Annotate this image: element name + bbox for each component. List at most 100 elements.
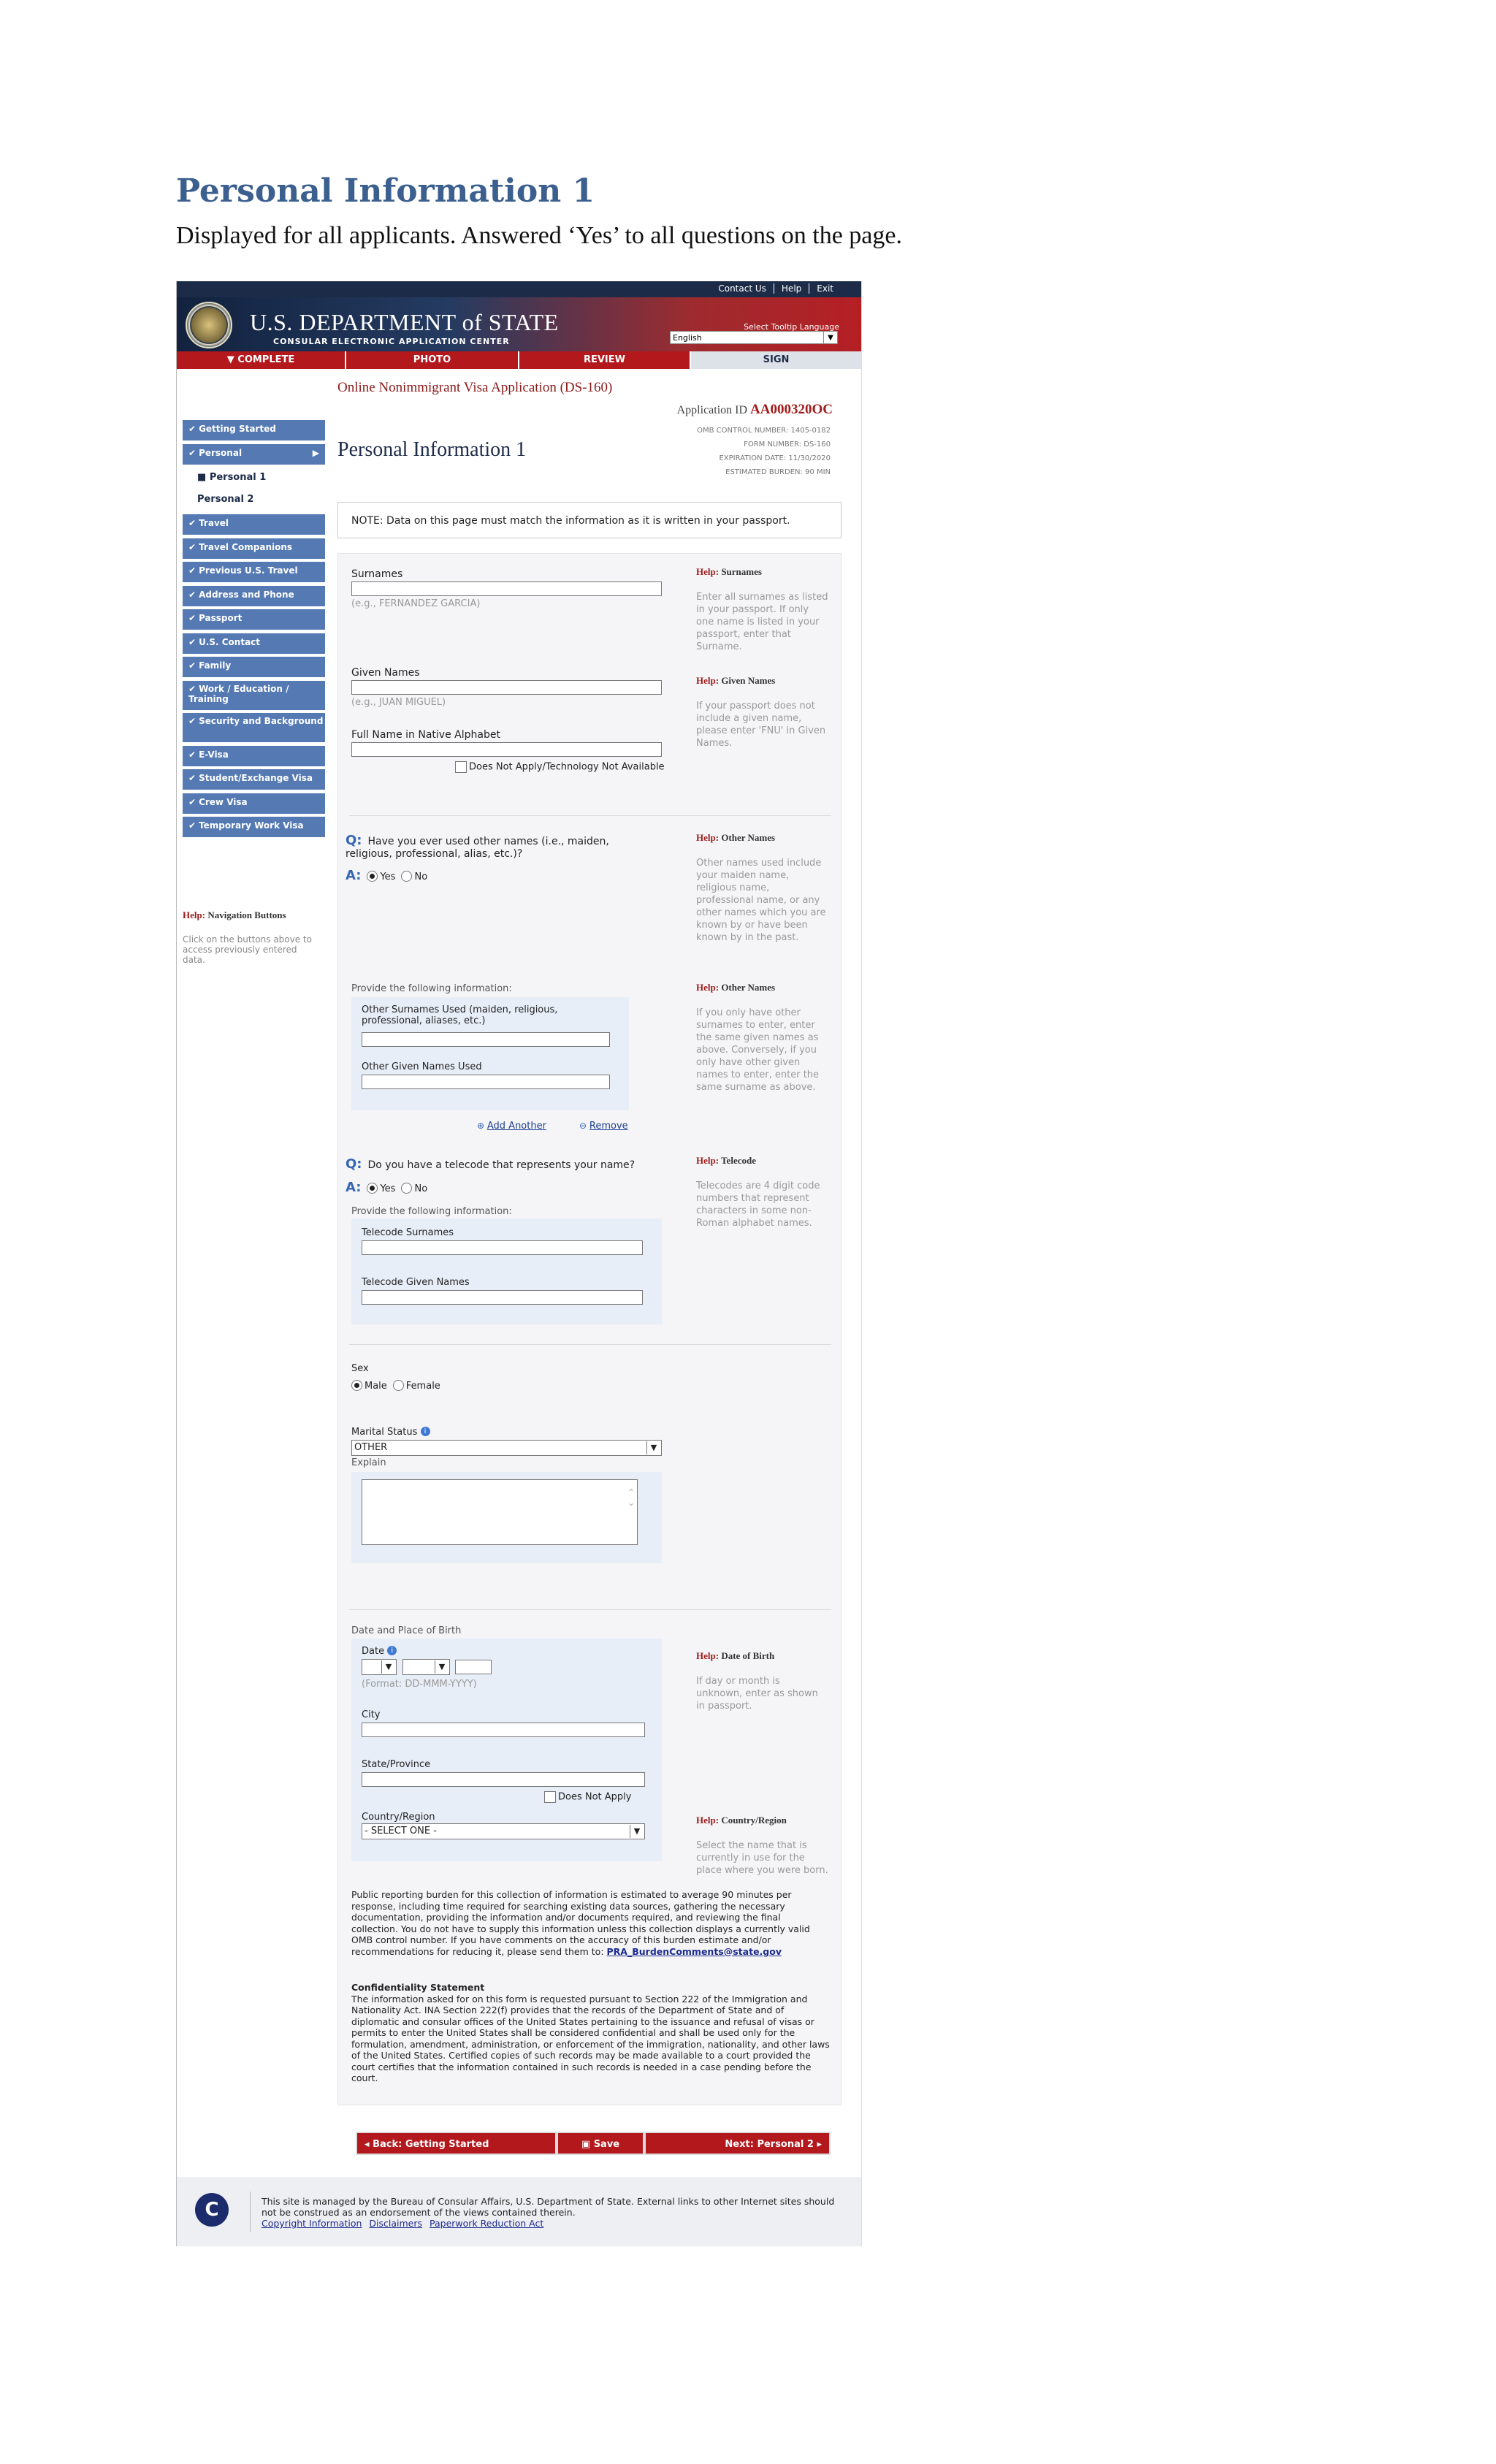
remove-button[interactable]: ⊖ Remove [579,1118,628,1132]
help-link[interactable]: Help [774,283,810,294]
sidebar-item-passport[interactable]: ✔ Passport [183,609,325,630]
check-icon: ✔ [188,820,196,831]
telecode-given-input[interactable] [362,1290,643,1305]
navigation-help: Help: Navigation Buttons Click on the bu… [183,909,321,965]
chevron-down-icon: ▼ [646,1441,660,1454]
arrow-right-icon: ▶ [312,447,319,458]
native-name-input[interactable] [351,742,662,757]
telecode-surnames-input[interactable] [362,1240,643,1255]
sidebar-item-e-visa[interactable]: ✔ E-Visa [183,745,325,766]
state-na[interactable]: Does Not Apply [544,1791,631,1803]
info-icon[interactable]: i [387,1646,397,1655]
arrow-right-icon: ▸ [813,2139,822,2150]
surnames-hint: (e.g., FERNANDEZ GARCIA) [351,598,481,609]
contact-us-link[interactable]: Contact Us [711,283,774,294]
sidebar-item-personal-1[interactable]: ■ Personal 1 [183,468,325,489]
sex-female-radio[interactable] [392,1380,404,1391]
help-surnames: Help: Surnames Enter all surnames as lis… [696,566,828,652]
sidebar-item-travel-companions[interactable]: ✔ Travel Companions [183,538,325,559]
native-name-label: Full Name in Native Alphabet [351,729,500,741]
dob-day-select[interactable]: ▼ [362,1659,397,1675]
language-select[interactable]: English ▼ [670,331,838,344]
sidebar-item-family[interactable]: ✔ Family [183,657,325,677]
native-name-na[interactable]: Does Not Apply/Technology Not Available [455,761,665,773]
explain-textarea[interactable]: ⌃ ⌄ [362,1479,638,1545]
sidebar-item-previous-travel[interactable]: ✔ Previous U.S. Travel [183,562,325,582]
step-review[interactable]: REVIEW [519,351,691,369]
check-icon: ✔ [188,518,196,528]
confidentiality-statement: Confidentiality Statement The informatio… [351,1982,830,2083]
telecode-provide-label: Provide the following information: [351,1206,512,1217]
other-surnames-input[interactable] [362,1032,610,1047]
state-input[interactable] [362,1772,645,1787]
dob-year-input[interactable] [455,1660,492,1674]
check-icon: ✔ [188,565,196,576]
check-icon: ✔ [188,773,196,783]
given-names-input[interactable] [351,680,662,695]
sidebar-item-student-exchange[interactable]: ✔ Student/Exchange Visa [183,769,325,790]
other-names-yes-radio[interactable] [367,871,378,882]
divider [349,1609,831,1610]
surnames-label: Surnames [351,568,403,580]
help-telecode: Help: Telecode Telecodes are 4 digit cod… [696,1155,820,1229]
marital-status-select[interactable]: OTHER ▼ [351,1440,662,1456]
step-photo[interactable]: PHOTO [346,351,519,369]
state-na-checkbox[interactable] [544,1791,556,1803]
sidebar-item-security[interactable]: ✔ Security and Background [183,713,325,742]
save-button[interactable]: ▣ Save [557,2132,644,2155]
plus-icon: ⊕ [477,1121,487,1131]
navigation-bar: ◂ Back: Getting Started ▣ Save Next: Per… [356,2132,831,2158]
sex-options: Male Female [351,1378,446,1392]
chevron-down-icon: ▼ [381,1660,395,1674]
scroll-arrows-icon: ⌃ ⌄ [627,1487,635,1508]
help-other-names-2: Help: Other Names If you only have other… [696,982,820,1093]
city-label: City [362,1709,381,1720]
telecode-yes-radio[interactable] [367,1183,378,1194]
sidebar-item-temporary-work[interactable]: ✔ Temporary Work Visa [183,817,325,837]
next-button[interactable]: Next: Personal 2 ▸ [644,2132,831,2155]
native-na-checkbox[interactable] [455,761,467,773]
sidebar-item-personal-2[interactable]: Personal 2 [183,489,325,511]
telecode-answer: A: Yes No [346,1180,428,1195]
chevron-down-icon: ▼ [630,1825,644,1838]
sidebar-item-personal[interactable]: ✔ Personal ▶ [183,443,325,465]
dob-month-select[interactable]: ▼ [402,1659,450,1675]
telecode-surnames-label: Telecode Surnames [362,1227,454,1238]
telecode-no-radio[interactable] [401,1183,413,1194]
step-complete[interactable]: ▼ COMPLETE [177,351,346,369]
other-given-input[interactable] [362,1075,610,1089]
sidebar-item-getting-started[interactable]: ✔ Getting Started [183,420,325,440]
date-format-hint: (Format: DD-MMM-YYYY) [362,1679,477,1690]
country-label: Country/Region [362,1812,435,1823]
sidebar-item-us-contact[interactable]: ✔ U.S. Contact [183,633,325,654]
sex-label: Sex [351,1363,369,1374]
other-names-no-radio[interactable] [401,871,413,882]
copyright-link[interactable]: Copyright Information [262,2218,362,2229]
divider [349,1344,831,1345]
sidebar-item-crew-visa[interactable]: ✔ Crew Visa [183,793,325,814]
sidebar-item-travel[interactable]: ✔ Travel [183,514,325,535]
back-button[interactable]: ◂ Back: Getting Started [356,2132,557,2155]
sidebar-item-address-phone[interactable]: ✔ Address and Phone [183,585,325,606]
chevron-down-icon: ▼ [823,332,837,343]
other-names-question: Q: Have you ever used other names (i.e., … [346,833,609,860]
check-icon: ✔ [188,424,196,434]
burden-email-link[interactable]: PRA_BurdenComments@state.gov [607,1946,782,1957]
city-input[interactable] [362,1723,645,1737]
check-icon: ✔ [188,660,196,671]
disclaimers-link[interactable]: Disclaimers [369,2218,422,2229]
surnames-input[interactable] [351,581,662,596]
form-panel: Surnames (e.g., FERNANDEZ GARCIA) Help: … [337,553,842,2105]
sidebar-item-work-education[interactable]: ✔ Work / Education / Training [183,680,325,710]
other-surnames-label: Other Surnames Used (maiden, religious, … [362,1004,558,1026]
country-select[interactable]: - SELECT ONE - ▼ [362,1823,645,1839]
exit-link[interactable]: Exit [809,283,841,294]
dob-section-label: Date and Place of Birth [351,1625,462,1636]
step-sign[interactable]: SIGN [691,351,861,369]
info-icon[interactable]: i [420,1427,430,1436]
sex-male-radio[interactable] [351,1380,362,1391]
paperwork-link[interactable]: Paperwork Reduction Act [430,2218,543,2229]
add-another-button[interactable]: ⊕ Add Another [477,1118,546,1132]
consular-logo-icon: C [195,2193,229,2227]
progress-steps: ▼ COMPLETE PHOTO REVIEW SIGN [177,351,861,369]
